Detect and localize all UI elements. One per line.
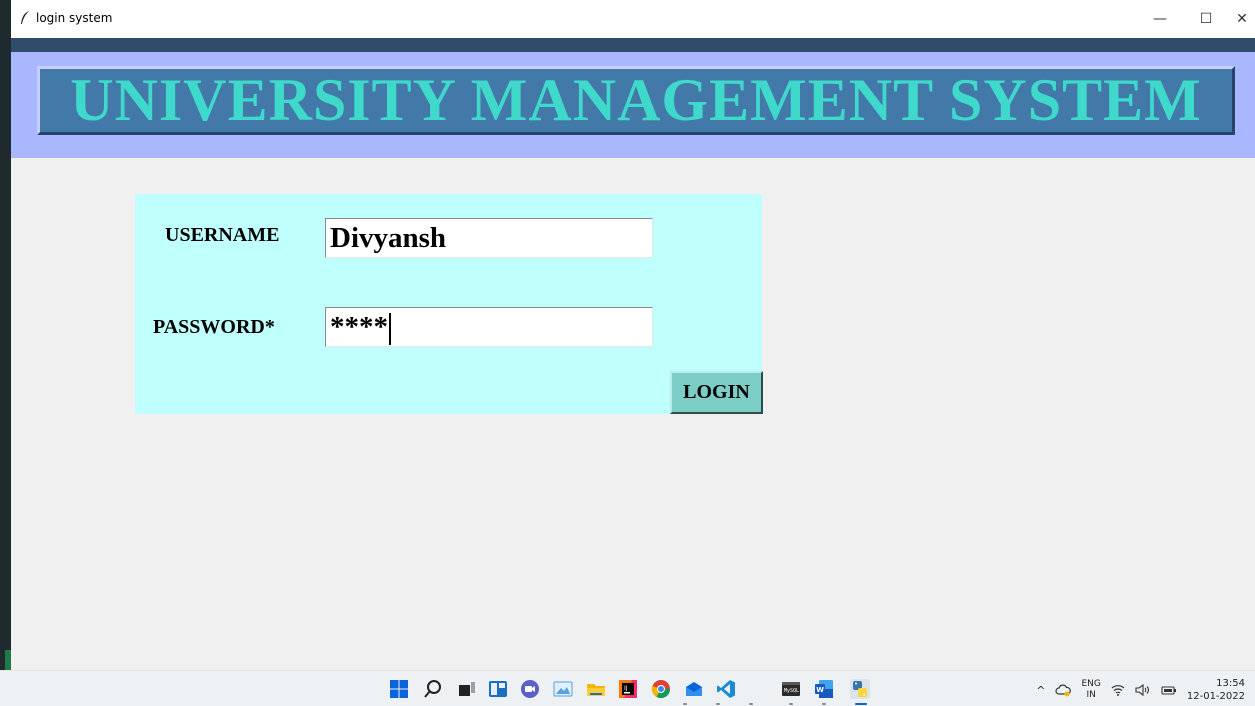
active-indicator xyxy=(855,703,867,705)
background-window-accent xyxy=(5,650,11,670)
volume-icon[interactable] xyxy=(1135,684,1151,696)
feather-app-icon xyxy=(21,11,29,24)
search-icon[interactable] xyxy=(423,679,443,699)
python-icon[interactable] xyxy=(850,679,870,699)
show-hidden-icons-chevron[interactable]: ^ xyxy=(1036,684,1045,697)
word-icon[interactable]: W xyxy=(814,679,834,699)
window-title: login system xyxy=(36,11,113,25)
minimize-button[interactable]: — xyxy=(1137,4,1183,34)
background-window-edge xyxy=(0,0,11,670)
desktop-screen: login system — ☐ ✕ UNIVERSITY MANAGEMENT… xyxy=(0,0,1255,706)
clock-date: 12-01-2022 xyxy=(1186,691,1245,702)
language-region: IN xyxy=(1086,690,1096,700)
running-indicator xyxy=(749,703,753,705)
battery-icon[interactable] xyxy=(1161,684,1177,696)
password-masked-value: **** xyxy=(330,311,388,343)
password-label: PASSWORD* xyxy=(153,316,275,338)
widgets-icon[interactable] xyxy=(488,679,508,699)
task-view-icon[interactable] xyxy=(457,679,477,699)
username-label: USERNAME xyxy=(165,224,280,246)
terminal-icon[interactable]: MySQL xyxy=(781,679,801,699)
language-indicator[interactable]: ENG IN xyxy=(1081,679,1100,701)
chrome-icon[interactable] xyxy=(651,679,671,699)
close-button[interactable]: ✕ xyxy=(1219,4,1255,34)
language-code: ENG xyxy=(1081,679,1101,689)
mail-icon[interactable] xyxy=(684,679,704,699)
wifi-icon[interactable] xyxy=(1111,684,1125,696)
username-input[interactable]: Divyansh xyxy=(325,218,653,258)
page-title: UNIVERSITY MANAGEMENT SYSTEM xyxy=(70,67,1202,133)
onedrive-cloud-icon[interactable] xyxy=(1055,683,1072,697)
clock-time: 13:54 xyxy=(1216,678,1245,689)
intellij-icon[interactable]: IJ xyxy=(618,679,638,699)
svg-text:W: W xyxy=(816,686,824,694)
file-explorer-icon[interactable] xyxy=(586,679,606,699)
svg-text:MySQL: MySQL xyxy=(784,688,799,694)
photos-icon[interactable] xyxy=(553,679,573,699)
running-indicator xyxy=(683,703,687,705)
start-icon[interactable] xyxy=(389,679,409,699)
vscode-icon[interactable] xyxy=(716,679,736,699)
password-input[interactable]: **** xyxy=(325,307,653,347)
running-indicator xyxy=(822,703,826,705)
clock[interactable]: 13:54 12-01-2022 xyxy=(1187,677,1245,703)
running-indicator xyxy=(789,703,793,705)
login-button[interactable]: LOGIN xyxy=(670,371,763,414)
login-panel: USERNAME Divyansh PASSWORD* **** LOGIN xyxy=(135,194,763,414)
running-indicator xyxy=(716,703,720,705)
username-value: Divyansh xyxy=(330,222,447,254)
taskbar: IJ MySQL W ^ ENG IN 13:54 12-01-2022 xyxy=(0,670,1255,706)
system-tray: ^ ENG IN 13:54 12-01-2022 xyxy=(1036,675,1245,705)
teams-chat-icon[interactable] xyxy=(520,679,540,699)
text-caret xyxy=(389,313,391,346)
window-titlebar[interactable]: login system — ☐ ✕ xyxy=(11,0,1255,38)
svg-text:IJ: IJ xyxy=(624,685,628,692)
